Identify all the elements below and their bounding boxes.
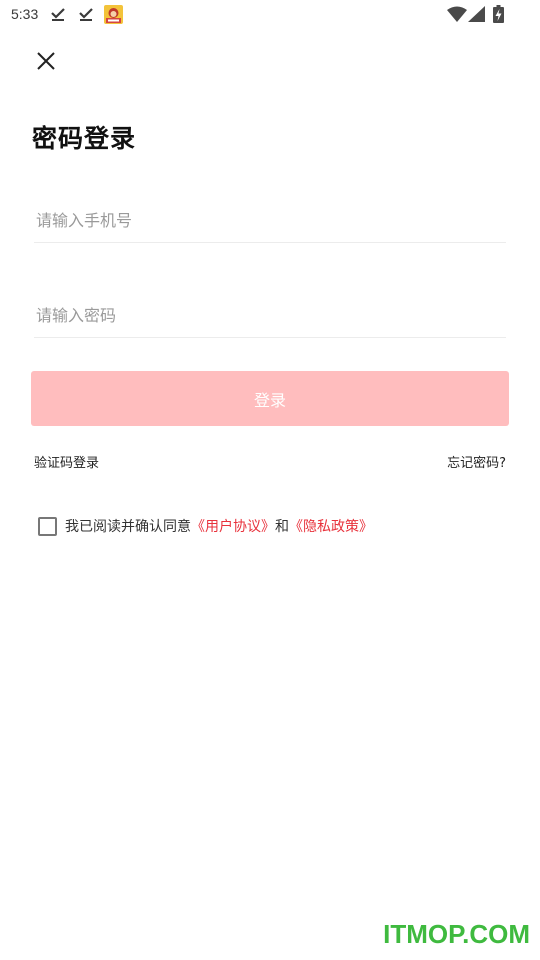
privacy-policy-link[interactable]: 《隐私政策》 <box>289 516 373 536</box>
agreement-conjunction: 和 <box>275 519 289 535</box>
watermark: ITMOP.COM <box>383 919 530 949</box>
download-done-icon <box>50 6 66 22</box>
sms-login-link[interactable]: 验证码登录 <box>34 452 99 471</box>
close-icon <box>37 52 55 70</box>
battery-charging-icon <box>493 5 504 27</box>
download-done-icon <box>78 6 94 22</box>
status-bar: 5:33 <box>0 0 540 30</box>
login-button[interactable]: 登录 <box>31 371 509 426</box>
agreement-checkbox[interactable] <box>38 516 57 536</box>
phone-field <box>34 199 506 243</box>
forgot-password-link[interactable]: 忘记密码? <box>447 452 506 471</box>
wifi-icon <box>447 6 467 26</box>
page-title: 密码登录 <box>32 124 137 153</box>
user-agreement-link[interactable]: 《用户协议》 <box>191 516 275 536</box>
signal-icon <box>468 6 485 26</box>
agreement-text: 我已阅读并确认同意 <box>65 519 191 535</box>
password-field <box>34 294 506 338</box>
close-button[interactable] <box>32 47 60 75</box>
app-notification-icon <box>104 5 123 24</box>
agreement-row: 我已阅读并确认同意 《用户协议》 和 《隐私政策》 <box>38 516 373 536</box>
status-time: 5:33 <box>11 6 39 22</box>
password-input[interactable] <box>34 294 506 337</box>
phone-input[interactable] <box>34 199 506 242</box>
